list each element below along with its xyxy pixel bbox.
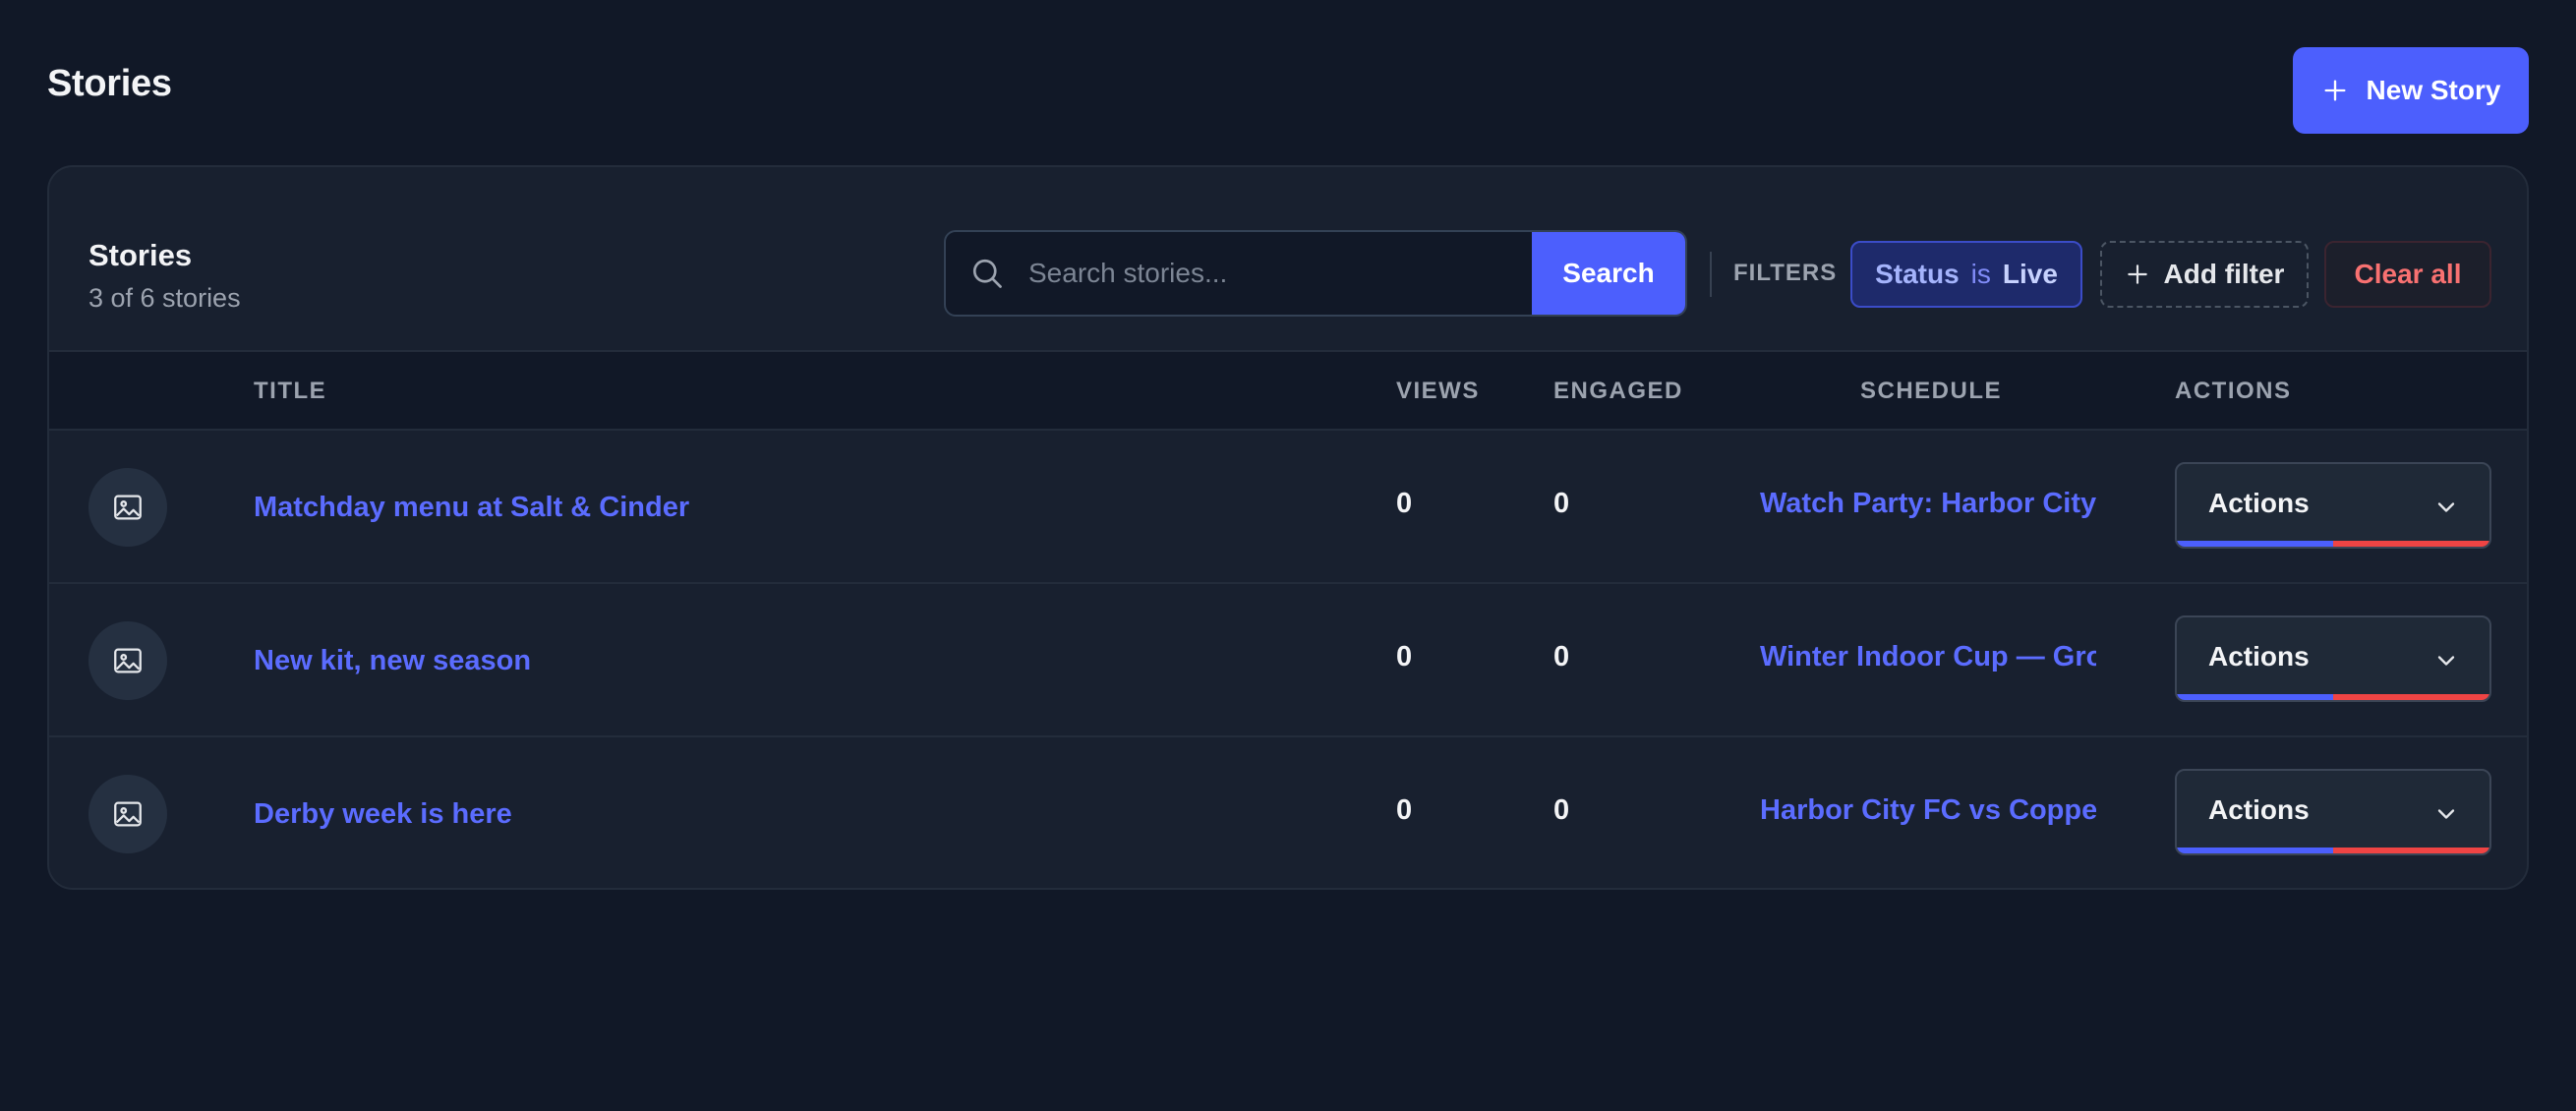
search-bar: Search (944, 230, 1687, 317)
actions-dropdown[interactable]: Actions (2175, 615, 2491, 702)
story-thumbnail (88, 775, 167, 853)
column-title[interactable]: TITLE (254, 378, 326, 405)
table-row: New kit, new season 0 0 Winter Indoor Cu… (49, 584, 2527, 737)
plus-icon (2324, 80, 2346, 101)
engaged-count: 0 (1553, 794, 1570, 826)
chevron-down-icon (2437, 809, 2455, 819)
story-title-link[interactable]: Derby week is here (254, 798, 512, 831)
story-thumbnail (88, 621, 167, 700)
views-count: 0 (1396, 641, 1413, 672)
accent-bar-blue (2177, 848, 2333, 853)
views-count: 0 (1396, 794, 1413, 826)
filter-chip-value: Live (2002, 259, 2058, 289)
page-title: Stories (47, 63, 172, 104)
engaged-count: 0 (1553, 641, 1570, 672)
table-header: TITLE VIEWS ENGAGED SCHEDULE ACTIONS (49, 350, 2527, 431)
views-count: 0 (1396, 488, 1413, 519)
story-count: 3 of 6 stories (88, 283, 241, 313)
schedule-link[interactable]: Watch Party: Harbor City... (1760, 488, 2096, 520)
stories-page: Stories New Story Stories 3 of 6 stories… (0, 0, 2576, 1111)
stories-card: Stories 3 of 6 stories Search FILTERS St… (47, 165, 2529, 890)
filter-chip-key: Status (1875, 259, 1960, 289)
new-story-button[interactable]: New Story (2293, 47, 2529, 134)
accent-bar-red (2333, 541, 2489, 547)
schedule-link[interactable]: Harbor City FC vs Coppe... (1760, 794, 2096, 827)
table-row: Derby week is here 0 0 Harbor City FC vs… (49, 737, 2527, 888)
card-title: Stories (88, 238, 193, 272)
filter-chip-operator: is (1970, 259, 1991, 289)
clear-all-button[interactable]: Clear all (2324, 241, 2491, 308)
actions-label: Actions (2208, 794, 2310, 825)
schedule-link[interactable]: Winter Indoor Cup — Gro... (1760, 641, 2096, 673)
actions-label: Actions (2208, 641, 2310, 672)
chevron-down-icon (2437, 502, 2455, 512)
actions-dropdown[interactable]: Actions (2175, 462, 2491, 549)
accent-bar-red (2333, 694, 2489, 700)
column-actions: ACTIONS (2175, 378, 2292, 404)
column-engaged[interactable]: ENGAGED (1553, 378, 1683, 405)
new-story-label: New Story (2366, 75, 2501, 105)
search-button[interactable]: Search (1532, 232, 1685, 315)
accent-bar-blue (2177, 694, 2333, 700)
column-schedule[interactable]: SCHEDULE (1860, 378, 2002, 405)
chevron-down-icon (2437, 656, 2455, 666)
column-views[interactable]: VIEWS (1396, 378, 1480, 405)
story-title-link[interactable]: New kit, new season (254, 645, 531, 677)
image-icon (114, 648, 142, 673)
table-row: Matchday menu at Salt & Cinder 0 0 Watch… (49, 431, 2527, 584)
image-icon (114, 495, 142, 520)
plus-icon (2127, 264, 2147, 284)
search-icon (946, 232, 1028, 315)
filter-chip-status[interactable]: Status is Live (1850, 241, 2082, 308)
filters-label: FILTERS (1733, 260, 1838, 286)
story-title-link[interactable]: Matchday menu at Salt & Cinder (254, 492, 689, 524)
engaged-count: 0 (1553, 488, 1570, 519)
actions-label: Actions (2208, 488, 2310, 518)
add-filter-button[interactable]: Add filter (2100, 241, 2309, 308)
add-filter-label: Add filter (2163, 259, 2285, 289)
image-icon (114, 801, 142, 827)
accent-bar-red (2333, 848, 2489, 853)
search-input[interactable] (1028, 232, 1532, 315)
actions-dropdown[interactable]: Actions (2175, 769, 2491, 855)
accent-bar-blue (2177, 541, 2333, 547)
story-thumbnail (88, 468, 167, 547)
filter-divider (1710, 252, 1712, 297)
